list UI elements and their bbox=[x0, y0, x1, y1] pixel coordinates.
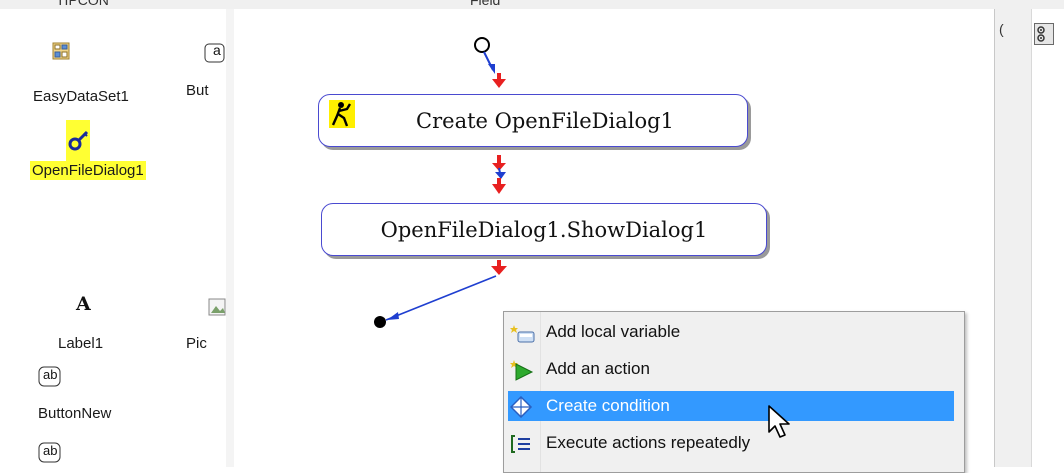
connector-arrowhead bbox=[488, 64, 495, 74]
properties-partial-text: ( bbox=[999, 21, 1004, 37]
menu-item-label: Create condition bbox=[546, 396, 670, 415]
menu-item-label: Execute actions repeatedly bbox=[546, 433, 751, 452]
menu-item-execute-repeatedly[interactable]: Execute actions repeatedly bbox=[508, 428, 954, 458]
connector-line bbox=[385, 275, 497, 321]
action-node-label: OpenFileDialog1.ShowDialog1 bbox=[380, 217, 708, 242]
red-inport-arrow[interactable] bbox=[492, 73, 506, 88]
connector-arrowhead bbox=[495, 172, 506, 179]
categorized-view-icon[interactable] bbox=[1034, 23, 1054, 45]
red-inport-arrow[interactable] bbox=[492, 178, 506, 194]
context-menu: Add local variable Add an action Create … bbox=[503, 311, 965, 473]
action-node-create[interactable]: Create OpenFileDialog1 bbox=[318, 94, 748, 147]
menu-item-create-condition[interactable]: Create condition bbox=[508, 391, 954, 421]
create-object-icon bbox=[329, 100, 355, 128]
properties-pane: ( bbox=[994, 9, 1064, 467]
action-node-showdialog[interactable]: OpenFileDialog1.ShowDialog1 bbox=[321, 203, 767, 256]
menu-item-label: Add an action bbox=[546, 359, 650, 378]
menu-item-add-action[interactable]: Add an action bbox=[508, 354, 954, 384]
menu-item-label: Add local variable bbox=[546, 322, 681, 341]
mouse-cursor-icon bbox=[768, 405, 790, 438]
action-node-label: Create OpenFileDialog1 bbox=[416, 108, 674, 133]
menu-item-add-local-variable[interactable]: Add local variable bbox=[508, 317, 954, 347]
properties-inner-panel bbox=[1031, 9, 1064, 467]
repeat-icon bbox=[510, 433, 532, 453]
start-point[interactable] bbox=[474, 37, 490, 53]
add-variable-icon bbox=[510, 322, 535, 343]
condition-icon bbox=[509, 395, 533, 419]
end-point[interactable] bbox=[374, 316, 386, 328]
connector-arrowhead bbox=[387, 312, 399, 320]
add-action-icon bbox=[510, 359, 534, 381]
red-outport-arrow[interactable] bbox=[491, 260, 507, 275]
